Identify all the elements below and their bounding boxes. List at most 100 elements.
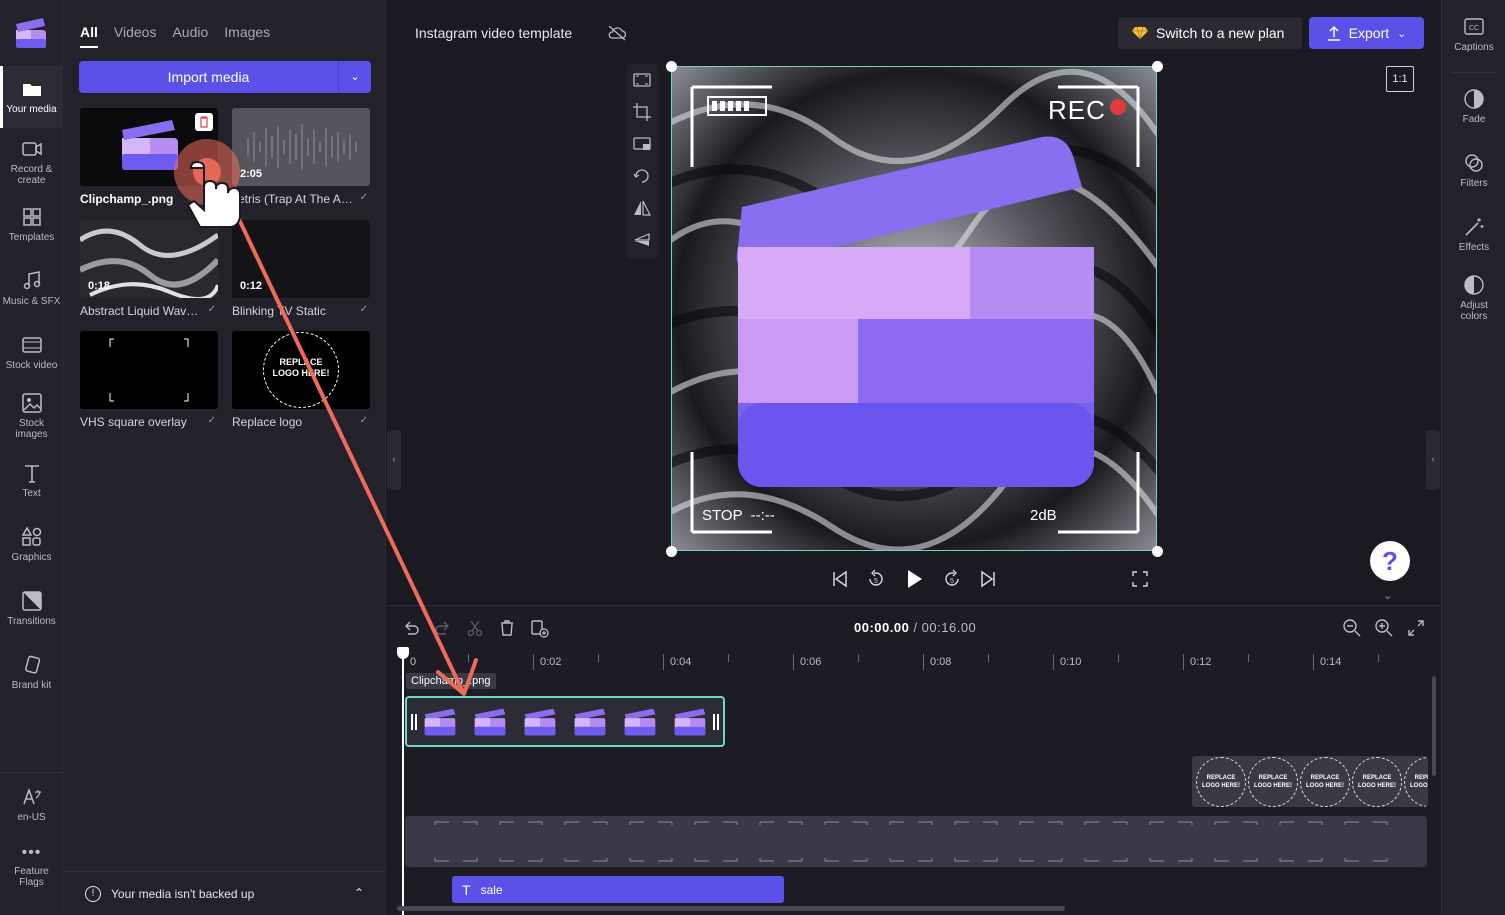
replace-logo-clip[interactable]: REPLACE LOGO HERE! REPLACE LOGO HERE! RE… [1192, 756, 1428, 807]
media-item-tv-static[interactable]: 0:12 Blinking TV Static ✓ [232, 220, 370, 318]
backup-notice[interactable]: ! Your media isn't backed up ⌃ [63, 871, 386, 915]
nav-your-media[interactable]: Your media [0, 66, 63, 128]
clip-frame [624, 708, 656, 735]
delete-icon[interactable] [195, 113, 213, 131]
clip-name-tag: Clipchamp_.png [406, 673, 496, 689]
more-icon: ••• [21, 844, 42, 861]
fullscreen-icon[interactable] [1128, 567, 1152, 591]
video-preview-canvas[interactable]: REC STOP --:-- 2dB [671, 66, 1157, 551]
nav-feature-flags[interactable]: ••• Feature Flags [0, 844, 63, 889]
resize-handle-br[interactable] [1152, 546, 1163, 557]
media-thumb [80, 331, 218, 409]
collapse-left-panel-button[interactable]: ‹ [387, 430, 401, 490]
ruler-label: 0:04 [663, 654, 691, 670]
effects-button[interactable]: Effects [1442, 216, 1505, 253]
nav-language[interactable]: en-US [0, 786, 63, 823]
captions-icon: CC [1464, 18, 1484, 35]
timeline-ruler[interactable]: 0 0:02 0:04 0:06 0:08 0:10 0:12 0:14 [403, 650, 1433, 672]
media-item-clipchamp[interactable]: Clipchamp_.png [80, 108, 218, 206]
project-title[interactable]: Instagram video template [415, 25, 572, 41]
skip-forward-icon[interactable] [976, 567, 1000, 591]
chevron-down-icon[interactable]: ⌄ [339, 61, 371, 93]
media-item-replace-logo[interactable]: REPLACE LOGO HERE! Replace logo ✓ [232, 331, 370, 429]
forward-5-icon[interactable]: 5 [940, 567, 964, 591]
vhs-overlay-clip[interactable] [405, 816, 1427, 867]
magic-wand-icon [1465, 218, 1484, 236]
filters-button[interactable]: Filters [1442, 152, 1505, 189]
clip-frame [674, 708, 706, 735]
nav-transitions[interactable]: Transitions [0, 590, 63, 627]
help-button[interactable]: ? [1370, 541, 1410, 581]
timeline-vertical-scrollbar[interactable] [1432, 676, 1436, 776]
cloud-off-icon [608, 25, 627, 41]
fade-button[interactable]: Fade [1442, 88, 1505, 125]
collapse-right-panel-button[interactable]: ‹ [1426, 430, 1440, 490]
timecode: 00:00.00 / 00:16.00 [854, 620, 976, 635]
nav-stock-video[interactable]: Stock video [0, 334, 63, 371]
captions-button[interactable]: CC Captions [1442, 16, 1505, 53]
tab-images[interactable]: Images [224, 24, 270, 48]
media-thumb: 0:18 [80, 220, 218, 298]
image-clip-clipchamp[interactable] [405, 696, 725, 747]
media-item-abstract-liquid[interactable]: 0:18 Abstract Liquid Wavy ... ✓ [80, 220, 218, 318]
chevron-up-icon[interactable]: ⌃ [354, 886, 364, 900]
rotate-icon[interactable] [632, 166, 652, 186]
switch-plan-label: Switch to a new plan [1156, 25, 1285, 41]
resize-handle-tr[interactable] [1152, 61, 1163, 72]
pip-icon[interactable] [632, 134, 652, 154]
tab-audio[interactable]: Audio [172, 24, 208, 48]
nav-text[interactable]: Text [0, 462, 63, 499]
nav-music-sfx[interactable]: Music & SFX [0, 270, 63, 307]
right-label: Fade [1462, 114, 1486, 125]
trim-handle-right[interactable] [713, 714, 719, 730]
app-logo-icon[interactable] [14, 16, 48, 50]
trim-handle-left[interactable] [411, 714, 417, 730]
nav-brand-kit[interactable]: Brand kit [0, 654, 63, 691]
rewind-5-icon[interactable]: 5 [864, 567, 888, 591]
text-icon: T [462, 881, 471, 898]
crop-icon[interactable] [632, 102, 652, 122]
timeline-horizontal-scrollbar[interactable] [397, 906, 1065, 911]
tab-videos[interactable]: Videos [114, 24, 157, 48]
zoom-in-icon[interactable] [1374, 618, 1394, 638]
duplicate-icon[interactable] [529, 618, 549, 638]
flip-vertical-icon[interactable] [632, 230, 652, 250]
media-thumb: REPLACE LOGO HERE! [232, 331, 370, 409]
filters-icon [1465, 154, 1483, 172]
skip-back-icon[interactable] [828, 567, 852, 591]
nav-stock-images[interactable]: Stock images [0, 392, 63, 440]
aspect-ratio-button[interactable]: 1:1 [1386, 66, 1414, 92]
nav-templates[interactable]: Templates [0, 206, 63, 243]
flip-horizontal-icon[interactable] [632, 198, 652, 218]
play-icon[interactable] [902, 567, 926, 591]
transitions-icon [21, 591, 42, 611]
tab-all[interactable]: All [80, 24, 98, 48]
fit-icon[interactable] [632, 70, 652, 90]
duration-badge: 0:18 [88, 280, 111, 292]
ruler-tick [858, 654, 859, 662]
playhead[interactable] [397, 647, 409, 915]
media-item-vhs-overlay[interactable]: VHS square overlay ✓ [80, 331, 218, 429]
language-icon [22, 787, 41, 805]
adjust-colors-button[interactable]: Adjust colors [1442, 274, 1505, 322]
zoom-out-icon[interactable] [1342, 618, 1362, 638]
redo-icon[interactable] [433, 618, 453, 638]
nav-record-create[interactable]: Record & create [0, 138, 63, 186]
switch-plan-button[interactable]: Switch to a new plan [1118, 17, 1302, 49]
trash-icon[interactable] [497, 618, 517, 638]
resize-handle-bl[interactable] [666, 546, 677, 557]
import-media-main[interactable]: Import media [79, 61, 339, 93]
resize-handle-tl[interactable] [666, 61, 677, 72]
media-thumb: 2:05 [232, 108, 370, 186]
scissors-icon[interactable] [465, 618, 485, 638]
chevron-down-icon[interactable]: ⌄ [1383, 589, 1392, 602]
nav-graphics[interactable]: Graphics [0, 526, 63, 563]
right-panel: CC Captions Fade Filters Effects Adjust … [1441, 0, 1505, 915]
media-item-tetris[interactable]: 2:05 Tetris (Trap At The Arc... ✓ [232, 108, 370, 206]
export-button[interactable]: Export ⌄ [1309, 17, 1424, 49]
text-clip-sale[interactable]: T sale [452, 876, 784, 903]
ruler-label: 0:10 [1053, 654, 1081, 670]
fit-timeline-icon[interactable] [1406, 618, 1426, 638]
shapes-icon [21, 526, 41, 546]
undo-icon[interactable] [401, 618, 421, 638]
